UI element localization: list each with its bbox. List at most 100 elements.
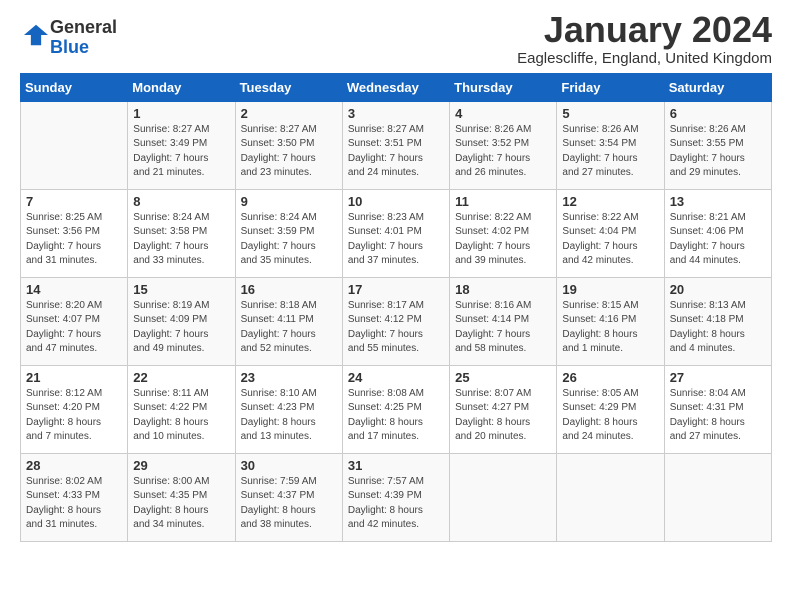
calendar-cell: 9 Sunrise: 8:24 AM Sunset: 3:59 PM Daylig… bbox=[235, 189, 342, 277]
day-number: 26 bbox=[562, 370, 658, 385]
col-header-monday: Monday bbox=[128, 73, 235, 101]
day-info: Sunrise: 8:10 AM Sunset: 4:23 PM Dayligh… bbox=[241, 387, 337, 445]
calendar-cell: 6 Sunrise: 8:26 AM Sunset: 3:55 PM Daylig… bbox=[664, 101, 771, 189]
day-info: Sunrise: 8:26 AM Sunset: 3:55 PM Dayligh… bbox=[670, 123, 766, 181]
calendar-cell bbox=[557, 453, 664, 541]
day-info: Sunrise: 8:21 AM Sunset: 4:06 PM Dayligh… bbox=[670, 211, 766, 269]
day-number: 2 bbox=[241, 106, 337, 121]
day-info: Sunrise: 8:20 AM Sunset: 4:07 PM Dayligh… bbox=[26, 299, 122, 357]
day-number: 5 bbox=[562, 106, 658, 121]
day-info: Sunrise: 8:11 AM Sunset: 4:22 PM Dayligh… bbox=[133, 387, 229, 445]
calendar-week-5: 28Sunrise: 8:02 AM Sunset: 4:33 PM Dayli… bbox=[21, 453, 772, 541]
calendar-week-4: 21 Sunrise: 8:12 AM Sunset: 4:20 PM Dayli… bbox=[21, 365, 772, 453]
day-info: Sunrise: 8:15 AM Sunset: 4:16 PM Dayligh… bbox=[562, 299, 658, 357]
col-header-wednesday: Wednesday bbox=[342, 73, 449, 101]
col-header-thursday: Thursday bbox=[450, 73, 557, 101]
day-number: 6 bbox=[670, 106, 766, 121]
day-info: Sunrise: 8:27 AM Sunset: 3:50 PM Dayligh… bbox=[241, 123, 337, 181]
day-info: Sunrise: 8:17 AM Sunset: 4:12 PM Dayligh… bbox=[348, 299, 444, 357]
day-number: 15 bbox=[133, 282, 229, 297]
day-info: Sunrise: 8:00 AM Sunset: 4:35 PM Dayligh… bbox=[133, 475, 229, 533]
calendar-cell bbox=[664, 453, 771, 541]
calendar-cell bbox=[450, 453, 557, 541]
day-number: 29 bbox=[133, 458, 229, 473]
calendar-cell: 28Sunrise: 8:02 AM Sunset: 4:33 PM Dayli… bbox=[21, 453, 128, 541]
calendar-cell: 18Sunrise: 8:16 AM Sunset: 4:14 PM Dayli… bbox=[450, 277, 557, 365]
day-info: Sunrise: 7:57 AM Sunset: 4:39 PM Dayligh… bbox=[348, 475, 444, 533]
col-header-tuesday: Tuesday bbox=[235, 73, 342, 101]
day-number: 13 bbox=[670, 194, 766, 209]
day-number: 25 bbox=[455, 370, 551, 385]
day-info: Sunrise: 8:23 AM Sunset: 4:01 PM Dayligh… bbox=[348, 211, 444, 269]
day-number: 14 bbox=[26, 282, 122, 297]
calendar-cell: 15 Sunrise: 8:19 AM Sunset: 4:09 PM Dayli… bbox=[128, 277, 235, 365]
calendar-header: SundayMondayTuesdayWednesdayThursdayFrid… bbox=[21, 73, 772, 101]
calendar-cell: 3Sunrise: 8:27 AM Sunset: 3:51 PM Daylig… bbox=[342, 101, 449, 189]
day-info: Sunrise: 8:12 AM Sunset: 4:20 PM Dayligh… bbox=[26, 387, 122, 445]
calendar-cell: 30 Sunrise: 7:59 AM Sunset: 4:37 PM Dayli… bbox=[235, 453, 342, 541]
calendar-cell: 8 Sunrise: 8:24 AM Sunset: 3:58 PM Daylig… bbox=[128, 189, 235, 277]
day-number: 31 bbox=[348, 458, 444, 473]
col-header-saturday: Saturday bbox=[664, 73, 771, 101]
calendar-cell: 17 Sunrise: 8:17 AM Sunset: 4:12 PM Dayli… bbox=[342, 277, 449, 365]
calendar-cell: 11Sunrise: 8:22 AM Sunset: 4:02 PM Dayli… bbox=[450, 189, 557, 277]
calendar-cell: 16 Sunrise: 8:18 AM Sunset: 4:11 PM Dayli… bbox=[235, 277, 342, 365]
day-number: 28 bbox=[26, 458, 122, 473]
day-number: 7 bbox=[26, 194, 122, 209]
calendar-cell: 14 Sunrise: 8:20 AM Sunset: 4:07 PM Dayli… bbox=[21, 277, 128, 365]
day-number: 11 bbox=[455, 194, 551, 209]
day-number: 8 bbox=[133, 194, 229, 209]
day-number: 20 bbox=[670, 282, 766, 297]
day-number: 10 bbox=[348, 194, 444, 209]
day-info: Sunrise: 8:26 AM Sunset: 3:54 PM Dayligh… bbox=[562, 123, 658, 181]
location-subtitle: Eaglescliffe, England, United Kingdom bbox=[517, 50, 772, 67]
calendar-week-2: 7 Sunrise: 8:25 AM Sunset: 3:56 PM Daylig… bbox=[21, 189, 772, 277]
day-number: 17 bbox=[348, 282, 444, 297]
day-info: Sunrise: 8:19 AM Sunset: 4:09 PM Dayligh… bbox=[133, 299, 229, 357]
calendar-cell: 12Sunrise: 8:22 AM Sunset: 4:04 PM Dayli… bbox=[557, 189, 664, 277]
calendar-cell: 20 Sunrise: 8:13 AM Sunset: 4:18 PM Dayli… bbox=[664, 277, 771, 365]
calendar-cell: 27Sunrise: 8:04 AM Sunset: 4:31 PM Dayli… bbox=[664, 365, 771, 453]
day-info: Sunrise: 8:08 AM Sunset: 4:25 PM Dayligh… bbox=[348, 387, 444, 445]
col-header-friday: Friday bbox=[557, 73, 664, 101]
day-info: Sunrise: 8:16 AM Sunset: 4:14 PM Dayligh… bbox=[455, 299, 551, 357]
logo: GeneralBlue bbox=[20, 18, 117, 58]
day-number: 22 bbox=[133, 370, 229, 385]
day-info: Sunrise: 8:26 AM Sunset: 3:52 PM Dayligh… bbox=[455, 123, 551, 181]
calendar-week-1: 1Sunrise: 8:27 AM Sunset: 3:49 PM Daylig… bbox=[21, 101, 772, 189]
calendar-cell: 22 Sunrise: 8:11 AM Sunset: 4:22 PM Dayli… bbox=[128, 365, 235, 453]
day-number: 21 bbox=[26, 370, 122, 385]
day-info: Sunrise: 8:22 AM Sunset: 4:04 PM Dayligh… bbox=[562, 211, 658, 269]
day-number: 1 bbox=[133, 106, 229, 121]
calendar-cell: 7 Sunrise: 8:25 AM Sunset: 3:56 PM Daylig… bbox=[21, 189, 128, 277]
day-number: 24 bbox=[348, 370, 444, 385]
calendar-cell: 23Sunrise: 8:10 AM Sunset: 4:23 PM Dayli… bbox=[235, 365, 342, 453]
day-info: Sunrise: 8:18 AM Sunset: 4:11 PM Dayligh… bbox=[241, 299, 337, 357]
calendar-cell: 25Sunrise: 8:07 AM Sunset: 4:27 PM Dayli… bbox=[450, 365, 557, 453]
day-info: Sunrise: 8:27 AM Sunset: 3:51 PM Dayligh… bbox=[348, 123, 444, 181]
calendar-cell: 2 Sunrise: 8:27 AM Sunset: 3:50 PM Daylig… bbox=[235, 101, 342, 189]
day-info: Sunrise: 8:05 AM Sunset: 4:29 PM Dayligh… bbox=[562, 387, 658, 445]
day-info: Sunrise: 7:59 AM Sunset: 4:37 PM Dayligh… bbox=[241, 475, 337, 533]
calendar-cell: 29 Sunrise: 8:00 AM Sunset: 4:35 PM Dayli… bbox=[128, 453, 235, 541]
calendar-cell bbox=[21, 101, 128, 189]
day-number: 30 bbox=[241, 458, 337, 473]
calendar-table: SundayMondayTuesdayWednesdayThursdayFrid… bbox=[20, 73, 772, 542]
calendar-cell: 26 Sunrise: 8:05 AM Sunset: 4:29 PM Dayli… bbox=[557, 365, 664, 453]
day-info: Sunrise: 8:24 AM Sunset: 3:58 PM Dayligh… bbox=[133, 211, 229, 269]
day-info: Sunrise: 8:24 AM Sunset: 3:59 PM Dayligh… bbox=[241, 211, 337, 269]
day-info: Sunrise: 8:13 AM Sunset: 4:18 PM Dayligh… bbox=[670, 299, 766, 357]
calendar-cell: 19 Sunrise: 8:15 AM Sunset: 4:16 PM Dayli… bbox=[557, 277, 664, 365]
calendar-cell: 13 Sunrise: 8:21 AM Sunset: 4:06 PM Dayli… bbox=[664, 189, 771, 277]
day-number: 19 bbox=[562, 282, 658, 297]
calendar-cell: 21 Sunrise: 8:12 AM Sunset: 4:20 PM Dayli… bbox=[21, 365, 128, 453]
day-number: 9 bbox=[241, 194, 337, 209]
day-info: Sunrise: 8:04 AM Sunset: 4:31 PM Dayligh… bbox=[670, 387, 766, 445]
day-number: 16 bbox=[241, 282, 337, 297]
calendar-cell: 4Sunrise: 8:26 AM Sunset: 3:52 PM Daylig… bbox=[450, 101, 557, 189]
calendar-cell: 31 Sunrise: 7:57 AM Sunset: 4:39 PM Dayli… bbox=[342, 453, 449, 541]
calendar-cell: 10 Sunrise: 8:23 AM Sunset: 4:01 PM Dayli… bbox=[342, 189, 449, 277]
calendar-cell: 5 Sunrise: 8:26 AM Sunset: 3:54 PM Daylig… bbox=[557, 101, 664, 189]
month-title: January 2024 bbox=[517, 10, 772, 50]
day-info: Sunrise: 8:25 AM Sunset: 3:56 PM Dayligh… bbox=[26, 211, 122, 269]
